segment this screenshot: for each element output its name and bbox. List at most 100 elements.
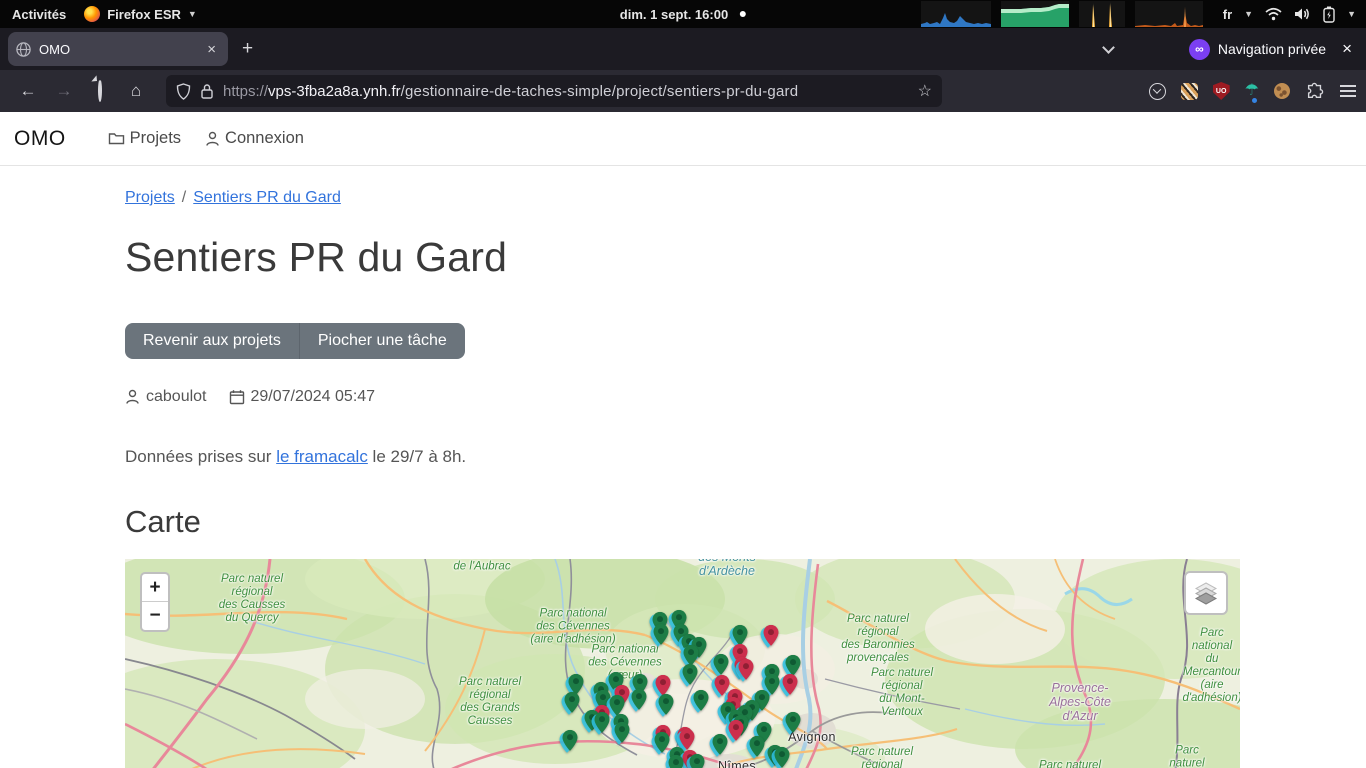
breadcrumb-current-link[interactable]: Sentiers PR du Gard	[193, 189, 341, 206]
task-marker-green[interactable]	[714, 654, 729, 675]
task-marker-green[interactable]	[684, 645, 699, 666]
battery-icon	[1323, 6, 1335, 23]
tab-close-icon[interactable]: ×	[203, 41, 220, 58]
project-meta: caboulot 29/07/2024 05:47	[125, 388, 1240, 406]
map-container[interactable]: Parc naturel régional des Causses du Que…	[125, 559, 1240, 768]
memory-graph-widget[interactable]	[1001, 1, 1069, 27]
clock[interactable]: dim. 1 sept. 16:00	[620, 7, 746, 22]
task-marker-green[interactable]	[610, 695, 625, 716]
task-marker-green[interactable]	[655, 732, 670, 753]
list-tabs-chevron-icon[interactable]	[1102, 41, 1115, 54]
task-marker-green[interactable]	[659, 694, 674, 715]
url-protocol: https://	[223, 83, 268, 100]
task-marker-red[interactable]	[739, 659, 754, 680]
extension-umbrella-icon[interactable]: ☂	[1245, 83, 1259, 99]
task-marker-green[interactable]	[683, 664, 698, 685]
data-source-note: Données prises sur le framacalc le 29/7 …	[125, 447, 1240, 467]
shield-icon[interactable]	[176, 83, 191, 100]
tab-omo[interactable]: OMO ×	[8, 32, 228, 66]
window-close-icon[interactable]: ×	[1342, 39, 1352, 59]
map-zoom-control: + −	[140, 572, 170, 632]
cookie-extension-icon[interactable]	[1274, 83, 1290, 99]
lock-icon[interactable]	[200, 83, 214, 99]
task-marker-green[interactable]	[595, 712, 610, 733]
zoom-out-button[interactable]: −	[142, 602, 168, 630]
bookmark-star-icon[interactable]: ☆	[918, 81, 932, 101]
breadcrumb-projects-link[interactable]: Projets	[125, 189, 175, 206]
task-marker-green[interactable]	[669, 755, 684, 768]
task-marker-red[interactable]	[729, 720, 744, 741]
tab-title: OMO	[39, 42, 70, 57]
task-marker-green[interactable]	[750, 736, 765, 757]
zoom-in-button[interactable]: +	[142, 574, 168, 602]
app-menu[interactable]: Firefox ESR ▼	[84, 6, 197, 22]
nav-login-label: Connexion	[225, 129, 304, 148]
nav-projects[interactable]: Projets	[108, 129, 181, 148]
framacalc-link[interactable]: le framacalc	[276, 447, 368, 466]
url-bar[interactable]: https://vps-3fba2a8a.ynh.fr/gestionnaire…	[166, 75, 942, 107]
task-marker-green[interactable]	[565, 692, 580, 713]
back-to-projects-button[interactable]: Revenir aux projets	[125, 323, 299, 359]
task-marker-green[interactable]	[786, 655, 801, 676]
menu-hamburger-icon[interactable]	[1340, 85, 1356, 97]
url-text: https://vps-3fba2a8a.ynh.fr/gestionnaire…	[223, 83, 798, 100]
action-button-group: Revenir aux projets Piocher une tâche	[125, 323, 465, 359]
task-marker-green[interactable]	[615, 722, 630, 743]
task-marker-green[interactable]	[733, 625, 748, 646]
keyboard-layout-indicator[interactable]: fr	[1223, 7, 1232, 22]
note-prefix: Données prises sur	[125, 447, 276, 466]
ublock-origin-icon[interactable]: UO	[1213, 82, 1230, 100]
private-mask-icon: ∞	[1189, 39, 1210, 60]
map-layers-control[interactable]	[1184, 571, 1228, 615]
firefox-logo-icon	[84, 6, 100, 22]
nav-login[interactable]: Connexion	[205, 129, 304, 148]
task-marker-red[interactable]	[764, 625, 779, 646]
author-icon	[125, 389, 140, 405]
app-menu-label: Firefox ESR	[107, 7, 181, 22]
task-marker-red[interactable]	[783, 674, 798, 695]
site-brand[interactable]: OMO	[14, 127, 66, 151]
page-title: Sentiers PR du Gard	[125, 234, 1240, 281]
activities-button[interactable]: Activités	[12, 7, 66, 22]
breadcrumb: Projets / Sentiers PR du Gard	[125, 189, 1240, 207]
private-badge-label: Navigation privée	[1218, 41, 1326, 57]
folder-icon	[108, 131, 125, 146]
task-marker-green[interactable]	[632, 689, 647, 710]
calendar-icon	[229, 389, 245, 405]
pocket-icon[interactable]	[1149, 83, 1166, 100]
system-menu-caret-icon[interactable]: ▼	[1347, 9, 1356, 19]
extensions-puzzle-icon[interactable]	[1305, 81, 1325, 101]
project-date: 29/07/2024 05:47	[251, 388, 376, 406]
network-graph-widget[interactable]	[1079, 1, 1125, 27]
task-marker-green[interactable]	[694, 690, 709, 711]
back-button[interactable]: ←	[10, 81, 46, 101]
task-marker-green[interactable]	[713, 734, 728, 755]
forward-button[interactable]: →	[46, 81, 82, 101]
task-marker-green[interactable]	[775, 747, 790, 768]
pick-task-button[interactable]: Piocher une tâche	[299, 323, 465, 359]
extension-icon-1[interactable]	[1181, 83, 1198, 100]
caret-down-icon: ▼	[188, 9, 197, 19]
keyboard-caret-icon: ▼	[1244, 9, 1253, 19]
reload-icon	[98, 79, 102, 102]
task-marker-green[interactable]	[654, 624, 669, 645]
person-icon	[205, 131, 220, 147]
author-name: caboulot	[146, 388, 207, 406]
gnome-top-bar: Activités Firefox ESR ▼ dim. 1 sept. 16:…	[0, 0, 1366, 28]
private-browsing-badge: ∞ Navigation privée	[1189, 39, 1326, 60]
firefox-tab-bar: OMO × + ∞ Navigation privée ×	[0, 28, 1366, 70]
task-marker-green[interactable]	[786, 712, 801, 733]
home-button[interactable]: ⌂	[118, 81, 154, 101]
globe-icon	[16, 42, 31, 57]
reload-button[interactable]	[82, 81, 118, 101]
clock-label: dim. 1 sept. 16:00	[620, 7, 728, 22]
cpu-graph-widget[interactable]	[921, 1, 991, 27]
task-marker-green[interactable]	[563, 730, 578, 751]
new-tab-button[interactable]: +	[242, 38, 253, 60]
url-path: /gestionnaire-de-taches-simple/project/s…	[401, 83, 799, 100]
task-marker-red[interactable]	[656, 675, 671, 696]
breadcrumb-separator: /	[182, 189, 186, 206]
disk-graph-widget[interactable]	[1135, 1, 1203, 27]
wifi-icon	[1265, 7, 1282, 21]
task-marker-green[interactable]	[690, 754, 705, 768]
